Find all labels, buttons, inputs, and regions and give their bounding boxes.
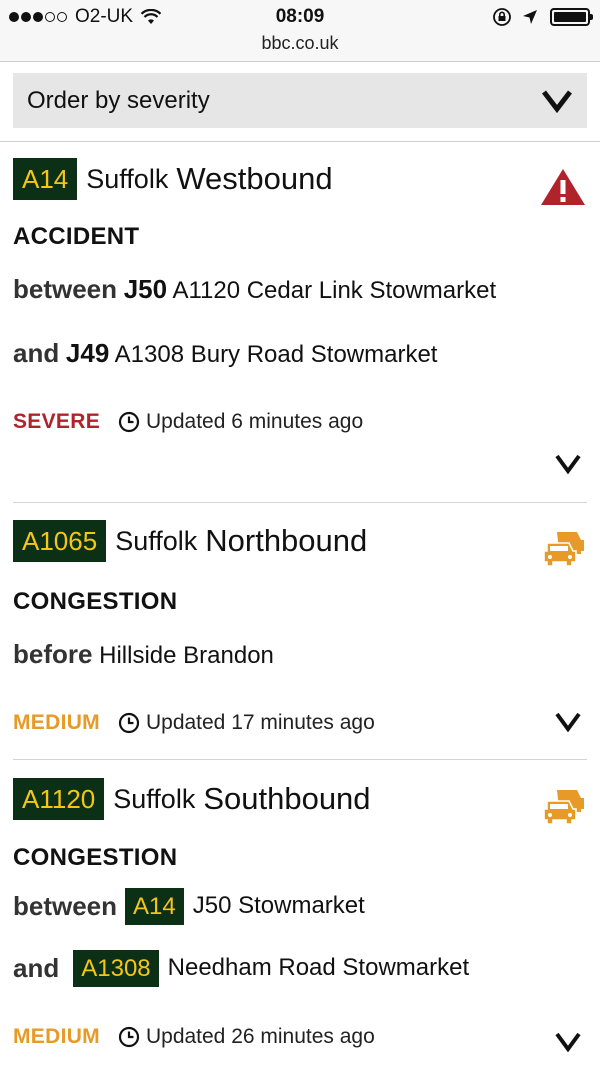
warning-triangle-icon [541,169,585,205]
address-url[interactable]: bbc.co.uk [0,33,600,54]
road-badge: A14 [13,158,78,200]
county: Suffolk [86,163,169,194]
severity-label: SEVERE [13,410,100,433]
expand-chevron-icon[interactable] [555,1032,581,1052]
junction: J49 [65,338,110,368]
location-arrow-icon [523,10,537,24]
location-text: Hillside Brandon [99,642,274,669]
incident-card[interactable]: A1120 Suffolk Southbound CONGESTION betw… [13,777,587,1067]
direction: Westbound [176,161,333,196]
updated-time: Updated 17 minutes ago [118,711,375,735]
county: Suffolk [115,525,198,556]
congestion-cars-icon [543,532,584,567]
order-by-select[interactable]: Order by severity [13,73,587,128]
order-by-label: Order by severity [27,86,210,114]
chevron-down-icon [542,89,572,113]
divider [13,759,587,760]
junction: J50 [123,274,168,304]
location-line: and A1308 Needham Road Stowmarket [13,948,587,988]
county: Suffolk [113,783,196,814]
updated-text: Updated 17 minutes ago [145,711,375,734]
updated-text: Updated 6 minutes ago [146,410,364,433]
clock-icon [118,712,140,734]
location-line: and J49 A1308 Bury Road Stowmarket [13,333,587,375]
location-text: Needham Road Stowmarket [167,954,470,981]
location-text: A1120 Cedar Link Stowmarket [172,277,497,304]
updated-time: Updated 26 minutes ago [118,1025,375,1049]
expand-chevron-icon[interactable] [555,454,581,474]
road-badge: A1120 [13,778,105,820]
incident-type: CONGESTION [13,844,178,871]
incident-footer: SEVERE Updated 6 minutes ago [13,407,587,437]
location-keyword: before [13,639,93,669]
status-bar: O2-UK 08:09 bbc.co.uk [0,0,600,62]
location-keyword: and [13,953,60,983]
incident-headline: A14 Suffolk Westbound [13,157,587,201]
location-line: before Hillside Brandon [13,634,587,676]
rotation-lock-icon [493,8,511,26]
location-line: between J50 A1120 Cedar Link Stowmarket [13,269,587,311]
divider [13,502,587,503]
location-text: A1308 Bury Road Stowmarket [114,341,438,368]
incident-card[interactable]: A1065 Suffolk Northbound CONGESTION befo… [13,519,587,744]
road-badge: A14 [125,887,184,925]
location-text: J50 Stowmarket [192,892,365,919]
severity-label: MEDIUM [13,1025,100,1048]
incident-type: CONGESTION [13,588,178,615]
incident-headline: A1120 Suffolk Southbound [13,777,587,821]
clock-icon [118,411,140,433]
incident-type: ACCIDENT [13,223,140,250]
road-badge: A1065 [13,520,107,562]
road-badge: A1308 [73,949,159,987]
updated-text: Updated 26 minutes ago [145,1025,375,1048]
incident-card[interactable]: A14 Suffolk Westbound ACCIDENT between J… [13,157,587,487]
incident-headline: A1065 Suffolk Northbound [13,519,587,563]
congestion-cars-icon [543,790,584,825]
battery-icon [550,8,593,26]
direction: Southbound [203,781,371,816]
updated-time: Updated 6 minutes ago [118,410,363,434]
incident-footer: MEDIUM Updated 26 minutes ago [13,1022,587,1052]
expand-chevron-icon[interactable] [555,712,581,732]
severity-label: MEDIUM [13,711,100,734]
location-line: between A14 J50 Stowmarket [13,886,587,926]
location-keyword: and [13,338,60,368]
location-keyword: between [13,891,118,921]
status-right [492,7,593,27]
location-keyword: between [13,274,118,304]
incident-footer: MEDIUM Updated 17 minutes ago [13,708,587,738]
clock-icon [118,1026,140,1048]
direction: Northbound [205,523,368,558]
divider [0,141,600,142]
